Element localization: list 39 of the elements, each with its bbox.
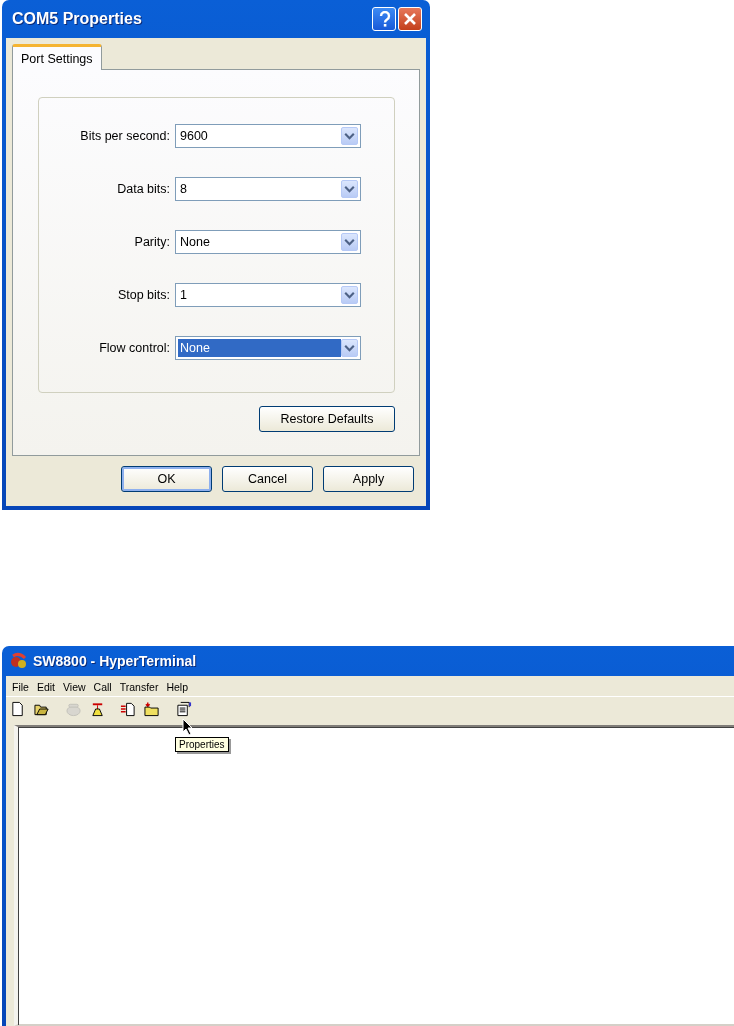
close-button[interactable] xyxy=(398,7,422,31)
dialog-button[interactable]: Cancel xyxy=(222,466,313,492)
new-document-icon[interactable] xyxy=(10,701,26,717)
window-title: SW8800 - HyperTerminal xyxy=(33,653,197,669)
window-title: COM5 Properties xyxy=(12,10,143,28)
dropdown[interactable]: 9600 xyxy=(175,124,361,148)
menu-item[interactable]: File xyxy=(8,681,33,693)
menu-item[interactable]: View xyxy=(59,681,90,693)
dropdown-value: 1 xyxy=(179,287,188,304)
dropdown[interactable]: None xyxy=(175,336,361,360)
dropdown-value: 8 xyxy=(179,181,188,198)
tab[interactable]: Port Settings xyxy=(12,44,102,70)
properties-icon[interactable] xyxy=(176,701,192,717)
tooltip: Properties xyxy=(175,737,229,752)
field-label: Parity: xyxy=(133,235,171,249)
dropdown[interactable]: 8 xyxy=(175,177,361,201)
dropdown[interactable]: 1 xyxy=(175,283,361,307)
dropdown-value: None xyxy=(179,234,211,251)
restore-defaults-button[interactable]: Restore Defaults xyxy=(259,406,395,432)
field-label: Bits per second: xyxy=(79,129,171,143)
dropdown-value: None xyxy=(178,339,341,357)
menu-item[interactable]: Edit xyxy=(32,681,59,693)
app-icon xyxy=(10,652,28,670)
dialog-button[interactable]: Apply xyxy=(323,466,414,492)
menu-item[interactable]: Call xyxy=(89,681,116,693)
dropdown-value: 9600 xyxy=(179,128,209,145)
dialog-button[interactable]: OK xyxy=(121,466,212,492)
field-label: Stop bits: xyxy=(116,288,171,302)
menu-item[interactable]: Transfer xyxy=(115,681,163,693)
mouse-pointer-icon xyxy=(182,718,193,736)
dropdown[interactable]: None xyxy=(175,230,361,254)
field-label: Data bits: xyxy=(116,182,171,196)
question-icon xyxy=(377,11,391,27)
help-button[interactable] xyxy=(372,7,396,31)
send-document-icon[interactable] xyxy=(120,701,136,717)
field-label: Flow control: xyxy=(98,341,171,355)
close-icon xyxy=(403,12,417,26)
menu-item[interactable]: Help xyxy=(162,681,192,693)
receive-folder-icon[interactable] xyxy=(144,701,160,717)
